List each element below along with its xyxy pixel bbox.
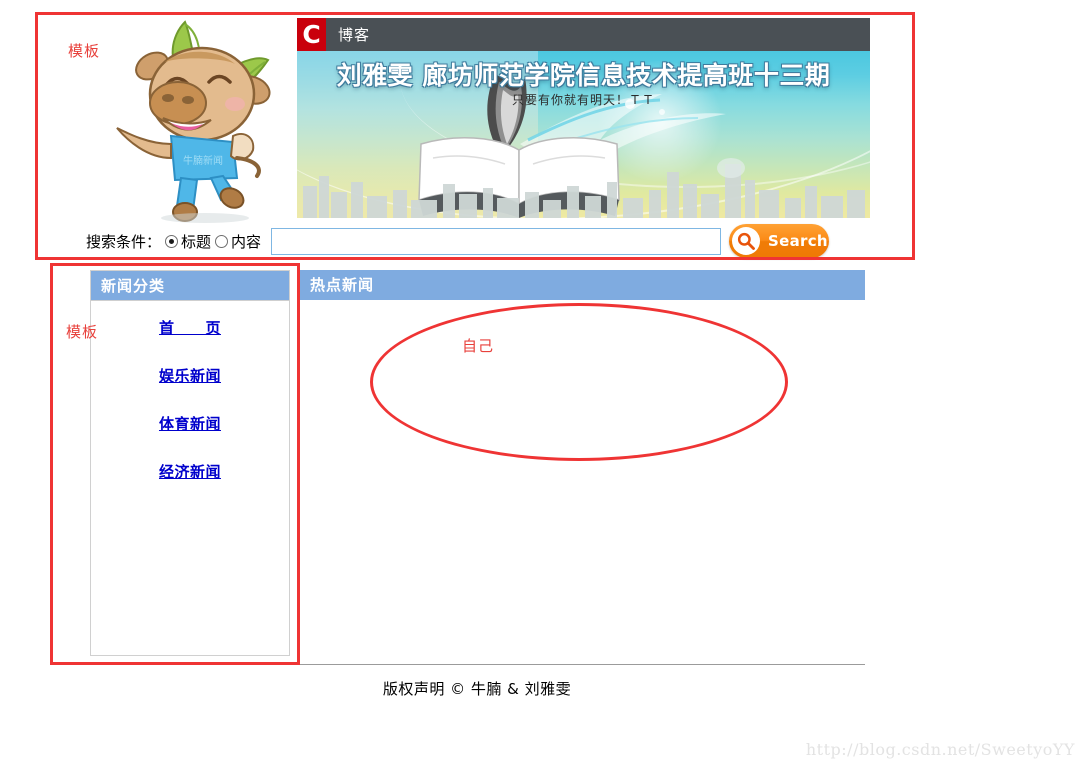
- radio-label-title: 标题: [181, 232, 212, 251]
- city-skyline-icon: [297, 156, 870, 218]
- search-bar: 搜索条件： 标题 内容 Search: [60, 224, 890, 258]
- sidebar-item-entertainment[interactable]: 娱乐新闻: [159, 365, 221, 386]
- page-root: 牛腩新闻 C 博客 刘雅雯 廊坊师范学院信息技术提高班十三期 只要有你就有明天！…: [0, 0, 1082, 768]
- hot-news-list: [300, 300, 865, 655]
- search-input[interactable]: [271, 227, 722, 255]
- search-condition-label: 搜索条件：: [86, 232, 162, 251]
- sidebar-item-home[interactable]: 首 页: [159, 317, 221, 338]
- banner-title: 刘雅雯 廊坊师范学院信息技术提高班十三期: [336, 61, 831, 90]
- radio-dot-content-icon[interactable]: [215, 234, 229, 248]
- footer-divider: [90, 664, 865, 665]
- svg-text:牛腩新闻: 牛腩新闻: [183, 154, 223, 167]
- search-button-label: Search: [768, 232, 828, 250]
- sidebar-item-economy[interactable]: 经济新闻: [159, 461, 221, 482]
- search-button[interactable]: Search: [729, 224, 830, 258]
- banner-subtitle: 只要有你就有明天！ＴＴ: [511, 93, 655, 107]
- banner-topbar-title: 博客: [338, 26, 371, 44]
- radio-option-title[interactable]: 标题: [165, 231, 211, 252]
- magnifier-icon: [732, 227, 761, 255]
- radio-option-content[interactable]: 内容: [215, 231, 261, 252]
- sidebar-item-sports[interactable]: 体育新闻: [159, 413, 221, 434]
- header-area: 牛腩新闻 C 博客 刘雅雯 廊坊师范学院信息技术提高班十三期 只要有你就有明天！…: [60, 18, 890, 223]
- radio-label-content: 内容: [231, 232, 262, 251]
- news-category-panel-title: 新闻分类: [91, 271, 289, 301]
- news-category-links: 首 页 娱乐新闻 体育新闻 经济新闻: [91, 301, 289, 482]
- watermark-text: http://blog.csdn.net/SweetyoYY: [805, 740, 1075, 759]
- footer-copyright: 版权声明 © 牛腩 & 刘雅雯: [382, 680, 572, 698]
- csdn-logo-icon: C: [297, 18, 326, 51]
- radio-dot-title-icon[interactable]: [165, 234, 179, 248]
- hot-news-panel: 热点新闻: [300, 270, 865, 656]
- banner-topbar: C 博客: [297, 18, 870, 51]
- site-banner: C 博客 刘雅雯 廊坊师范学院信息技术提高班十三期 只要有你就有明天！ＴＴ: [297, 18, 870, 218]
- annotation-label-template-header: 模板: [68, 42, 101, 60]
- hot-news-panel-title: 热点新闻: [300, 270, 865, 300]
- news-category-panel: 新闻分类 首 页 娱乐新闻 体育新闻 经济新闻: [90, 270, 290, 656]
- search-scope-radio-group: 标题 内容: [165, 231, 265, 252]
- annotation-label-template-sidebar: 模板: [66, 323, 99, 341]
- cow-mascot-icon: 牛腩新闻: [105, 18, 290, 223]
- banner-body: 刘雅雯 廊坊师范学院信息技术提高班十三期 只要有你就有明天！ＴＴ: [297, 51, 870, 218]
- annotation-label-own: 自己: [462, 337, 495, 355]
